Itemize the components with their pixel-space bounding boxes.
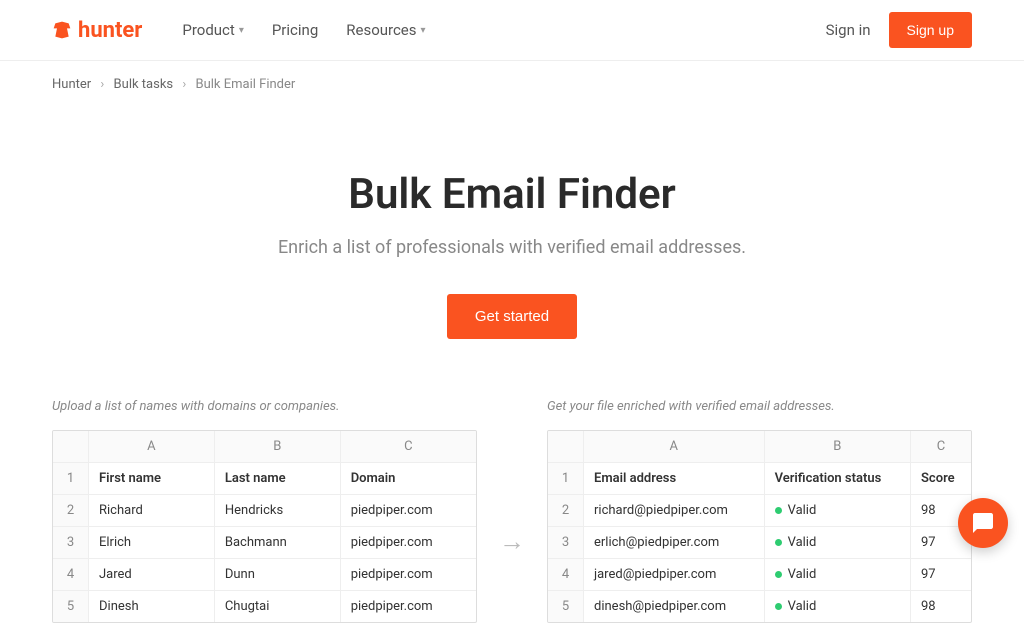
table-row: 5 dinesh@piedpiper.com Valid 98 [548,591,971,622]
header-first-name: First name [89,463,215,494]
nav-product[interactable]: Product ▾ [182,21,243,39]
header-domain: Domain [341,463,476,494]
breadcrumb-separator: › [100,77,104,92]
table-row: 2 Richard Hendricks piedpiper.com [53,495,476,527]
col-c: C [911,431,971,462]
sign-in-link[interactable]: Sign in [826,21,871,39]
header-score: Score [911,463,971,494]
header-last-name: Last name [215,463,341,494]
breadcrumb-separator: › [182,77,186,92]
col-a: A [584,431,765,462]
logo-icon [52,20,72,40]
panels: Upload a list of names with domains or c… [52,379,972,623]
hero: Bulk Email Finder Enrich a list of profe… [52,100,972,379]
sheet-corner [53,431,89,462]
chat-icon [971,511,995,535]
col-a: A [89,431,215,462]
table-row: 3 Elrich Bachmann piedpiper.com [53,527,476,559]
nav: Product ▾ Pricing Resources ▾ [182,21,425,39]
sheet-corner [548,431,584,462]
panel-result: Get your file enriched with verified ema… [547,399,972,623]
breadcrumb: Hunter › Bulk tasks › Bulk Email Finder [52,61,972,100]
page-subtitle: Enrich a list of professionals with veri… [52,237,972,258]
table-row: 5 Dinesh Chugtai piedpiper.com [53,591,476,622]
chevron-down-icon: ▾ [421,25,426,36]
logo[interactable]: hunter [52,18,142,43]
panel-upload-caption: Upload a list of names with domains or c… [52,399,477,414]
status-dot-icon [775,507,782,514]
sheet-output: A B C 1 Email address Verification statu… [547,430,972,623]
col-b: B [765,431,911,462]
status-dot-icon [775,539,782,546]
arrow-right-icon: → [495,526,529,557]
status-dot-icon [775,603,782,610]
header: hunter Product ▾ Pricing Resources ▾ Sig… [0,0,1024,61]
panel-upload: Upload a list of names with domains or c… [52,399,477,623]
panel-result-caption: Get your file enriched with verified ema… [547,399,972,414]
table-row: 1 Email address Verification status Scor… [548,463,971,495]
nav-resources[interactable]: Resources ▾ [346,21,425,39]
table-row: 3 erlich@piedpiper.com Valid 97 [548,527,971,559]
status-dot-icon [775,571,782,578]
sheet-input: A B C 1 First name Last name Domain 2 Ri… [52,430,477,623]
table-row: 2 richard@piedpiper.com Valid 98 [548,495,971,527]
col-b: B [215,431,341,462]
breadcrumb-hunter[interactable]: Hunter [52,77,91,92]
chat-widget-button[interactable] [958,498,1008,548]
breadcrumb-current: Bulk Email Finder [196,77,296,92]
logo-text: hunter [78,18,142,43]
header-email: Email address [584,463,765,494]
col-c: C [341,431,476,462]
breadcrumb-bulk-tasks[interactable]: Bulk tasks [114,77,174,92]
chevron-down-icon: ▾ [239,25,244,36]
page-title: Bulk Email Finder [52,170,972,219]
nav-pricing[interactable]: Pricing [272,21,318,39]
table-row: 1 First name Last name Domain [53,463,476,495]
header-verification: Verification status [765,463,911,494]
get-started-button[interactable]: Get started [447,294,577,339]
sign-up-button[interactable]: Sign up [889,12,972,48]
